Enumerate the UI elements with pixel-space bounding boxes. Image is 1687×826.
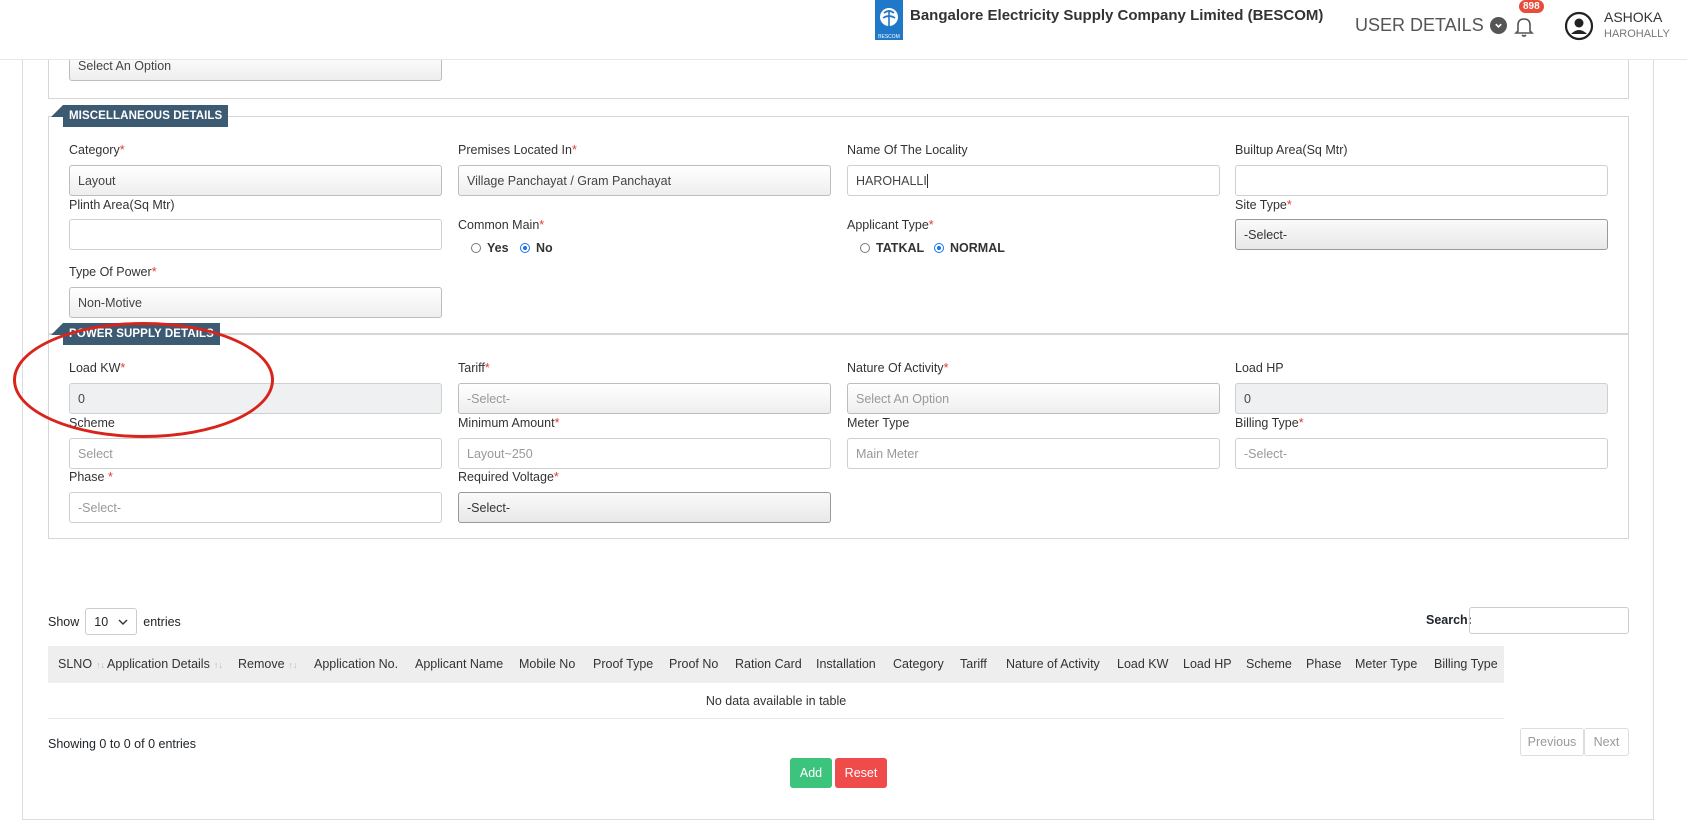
col-phase: Phase — [1306, 657, 1342, 671]
entries-label: entries — [143, 614, 181, 629]
radio-tatkal[interactable] — [860, 243, 870, 253]
common-main-no[interactable]: No — [520, 241, 553, 255]
col-tariff: Tariff — [960, 657, 987, 671]
col-remove[interactable]: Remove ↑↓ — [238, 657, 298, 671]
common-main-yes[interactable]: Yes — [471, 241, 509, 255]
col-application-no: Application No. — [314, 657, 399, 671]
col-proof-type: Proof Type — [593, 657, 654, 671]
radio-no[interactable] — [520, 243, 530, 253]
tariff-select[interactable]: -Select- — [458, 383, 831, 414]
load-kw-input[interactable]: 0 — [69, 383, 442, 414]
user-avatar-icon[interactable] — [1564, 11, 1594, 41]
page-length-select[interactable]: 10 — [85, 608, 138, 635]
add-button[interactable]: Add — [790, 758, 832, 788]
col-slno[interactable]: SLNO ↑↓ — [58, 657, 105, 671]
site-type-label: Site Type* — [1235, 198, 1292, 212]
applicant-tatkal[interactable]: TATKAL — [860, 241, 924, 255]
radio-yes-label: Yes — [487, 241, 509, 255]
user-details-label: USER DETAILS — [1355, 15, 1484, 35]
category-label: Category* — [69, 143, 125, 157]
misc-section-title: MISCELLANEOUS DETAILS — [50, 105, 229, 127]
load-hp-input[interactable]: 0 — [1235, 383, 1608, 414]
meter-type-label: Meter Type — [847, 416, 910, 430]
previous-button[interactable]: Previous — [1520, 728, 1584, 756]
show-label: Show — [48, 614, 80, 629]
load-kw-label: Load KW* — [69, 361, 126, 375]
table-header: SLNO ↑↓ Application Details ↑↓ Remove ↑↓ Ap… — [48, 646, 1504, 683]
col-load-kw: Load KW — [1117, 657, 1169, 671]
builtup-label: Builtup Area(Sq Mtr) — [1235, 143, 1348, 157]
locality-label: Name Of The Locality — [847, 143, 968, 157]
svg-text:BESCOM: BESCOM — [878, 34, 900, 40]
user-details-menu[interactable]: USER DETAILS — [1355, 15, 1507, 36]
radio-no-label: No — [536, 241, 553, 255]
billing-type-select[interactable]: -Select- — [1235, 438, 1608, 469]
voltage-select[interactable]: -Select- — [458, 492, 831, 523]
power-section-title: POWER SUPPLY DETAILS — [51, 323, 220, 345]
user-name: ASHOKA — [1604, 9, 1663, 25]
plinth-label: Plinth Area(Sq Mtr) — [69, 198, 175, 212]
col-billing-type: Billing Type — [1434, 657, 1498, 671]
scheme-label: Scheme — [69, 416, 115, 430]
site-type-select[interactable]: -Select- — [1235, 219, 1608, 250]
billing-type-label: Billing Type* — [1235, 416, 1304, 430]
applicant-normal[interactable]: NORMAL — [934, 241, 1005, 255]
col-meter-type: Meter Type — [1355, 657, 1418, 671]
table-info: Showing 0 to 0 of 0 entries — [48, 737, 197, 751]
nature-label: Nature Of Activity* — [847, 361, 949, 375]
load-hp-label: Load HP — [1235, 361, 1284, 375]
radio-yes[interactable] — [471, 243, 481, 253]
col-nature-of-activity: Nature of Activity — [1006, 657, 1100, 671]
applicant-type-label: Applicant Type* — [847, 218, 934, 232]
plinth-input[interactable] — [69, 219, 442, 250]
chevron-down-icon — [1489, 17, 1507, 34]
chevron-down-icon — [118, 619, 128, 625]
notification-badge: 898 — [1519, 0, 1544, 13]
radio-tatkal-label: TATKAL — [876, 241, 925, 255]
col-load-hp: Load HP — [1183, 657, 1232, 671]
user-location: HAROHALLY — [1604, 28, 1670, 40]
phase-label: Phase * — [69, 470, 113, 484]
meter-type-select[interactable]: Main Meter — [847, 438, 1220, 469]
locality-input[interactable]: HAROHALLI — [847, 165, 1220, 196]
category-select[interactable]: Layout — [69, 165, 442, 196]
top-header: BESCOM Bangalore Electricity Supply Comp… — [0, 0, 1687, 60]
min-amount-label: Minimum Amount* — [458, 416, 560, 430]
builtup-input[interactable] — [1235, 165, 1608, 196]
col-category: Category — [893, 657, 944, 671]
power-type-select[interactable]: Non-Motive — [69, 287, 442, 318]
radio-normal[interactable] — [934, 243, 944, 253]
col-application-details[interactable]: Application Details ↑↓ — [107, 657, 223, 671]
col-ration-card: Ration Card — [735, 657, 802, 671]
min-amount-select[interactable]: Layout~250 — [458, 438, 831, 469]
reset-button[interactable]: Reset — [835, 758, 887, 788]
radio-normal-label: NORMAL — [950, 241, 1005, 255]
common-main-label: Common Main* — [458, 218, 545, 232]
search-label: Search: — [1426, 613, 1472, 627]
col-installation: Installation — [816, 657, 876, 671]
col-proof-no: Proof No — [669, 657, 719, 671]
premises-select[interactable]: Village Panchayat / Gram Panchayat — [458, 165, 831, 196]
scheme-select[interactable]: Select — [69, 438, 442, 469]
page-length-control: Show 10 entries — [48, 608, 181, 635]
bescom-logo: BESCOM — [875, 0, 903, 40]
brand-title: Bangalore Electricity Supply Company Lim… — [910, 7, 1324, 24]
voltage-label: Required Voltage* — [458, 470, 559, 484]
col-scheme: Scheme — [1246, 657, 1292, 671]
col-applicant-name: Applicant Name — [415, 657, 504, 671]
empty-table-message: No data available in table — [48, 684, 1504, 719]
next-button[interactable]: Next — [1584, 728, 1629, 756]
nature-select[interactable]: Select An Option — [847, 383, 1220, 414]
search-input[interactable] — [1469, 607, 1629, 634]
tariff-label: Tariff* — [458, 361, 490, 375]
premises-label: Premises Located In* — [458, 143, 577, 157]
power-type-label: Type Of Power* — [69, 265, 157, 279]
phase-select[interactable]: -Select- — [69, 492, 442, 523]
bell-icon[interactable] — [1512, 14, 1536, 38]
col-mobile-no: Mobile No — [519, 657, 576, 671]
